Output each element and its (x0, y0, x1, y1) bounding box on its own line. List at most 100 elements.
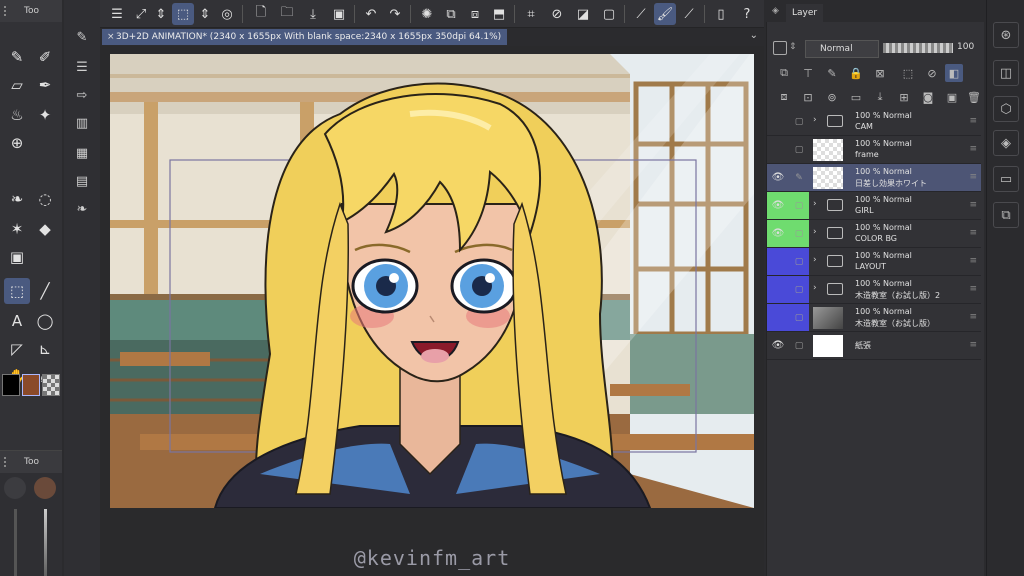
new-file-button[interactable]: 🗋 (250, 3, 272, 25)
lock-icon[interactable]: 🔒 (847, 64, 865, 82)
layer-menu-icon[interactable]: ≡ (969, 228, 977, 238)
lock-toggle-icon[interactable]: ▢ (789, 108, 809, 135)
close-icon[interactable]: × (107, 29, 115, 45)
new-folder-icon[interactable]: ▭ (847, 88, 865, 106)
open-file-button[interactable]: 🗀 (276, 3, 298, 25)
brush-color-preview[interactable] (34, 477, 56, 499)
layer-row[interactable]: 👁 ✎ 100 % Normal 日差し効果ホワイト ≡ (767, 164, 981, 192)
reference-icon[interactable]: ⊤ (799, 64, 817, 82)
layer-row[interactable]: ▢ 100 % Normal frame ≡ (767, 136, 981, 164)
lock-toggle-icon[interactable]: ▢ (789, 248, 809, 275)
fit-stepper[interactable]: ⇕ (150, 3, 172, 25)
main-color-swatch[interactable] (2, 374, 20, 396)
eye-icon[interactable]: 👁 (767, 164, 789, 191)
chevron-right-icon[interactable]: › (813, 255, 817, 265)
layer-menu-icon[interactable]: ≡ (969, 200, 977, 210)
marker-tool[interactable]: ✒ (32, 72, 58, 98)
lock-toggle-icon[interactable]: ▢ (789, 220, 809, 247)
mask-icon[interactable]: ⬚ (899, 64, 917, 82)
gradient-tool[interactable]: ▣ (4, 244, 30, 270)
copy-button[interactable]: ⧉ (440, 3, 462, 25)
new-vector-icon[interactable]: ⊡ (799, 88, 817, 106)
pen-icon[interactable]: ✎ (789, 164, 809, 191)
dock-property-button[interactable]: ◫ (993, 60, 1019, 86)
layer-menu-icon[interactable]: ≡ (969, 172, 977, 182)
line-tool[interactable]: ╱ (32, 278, 58, 304)
tool-property-tab[interactable]: Too (0, 451, 62, 473)
balloon-tool[interactable]: ◯ (32, 308, 58, 334)
eye-hidden-icon[interactable] (767, 304, 789, 331)
redo-button[interactable]: ↷ (384, 3, 406, 25)
sub-tool-layer[interactable]: ▥ (70, 112, 94, 134)
text-tool[interactable]: A (4, 308, 30, 334)
sub-tool-pen[interactable]: ✎ (70, 26, 94, 48)
eye-hidden-icon[interactable] (767, 108, 789, 135)
pen-tool[interactable]: ✎ (4, 44, 30, 70)
lock-toggle-icon[interactable]: ▢ (789, 136, 809, 163)
layer-menu-icon[interactable]: ≡ (969, 256, 977, 266)
deselect-button[interactable]: ⊘ (546, 3, 568, 25)
document-tab[interactable]: × 3D+2D ANIMATION* (2340 x 1655px With b… (102, 29, 508, 45)
export-button[interactable]: ▣ (328, 3, 350, 25)
new-correction-icon[interactable]: ⊚ (823, 88, 841, 106)
select-mode-stepper[interactable]: ⇕ (194, 3, 216, 25)
eye-hidden-icon[interactable] (767, 136, 789, 163)
fit-button[interactable]: ⤢ (130, 3, 152, 25)
transfer-icon[interactable]: ⊞ (895, 88, 913, 106)
clear-selection-button[interactable]: ▢ (598, 3, 620, 25)
eye-hidden-icon[interactable] (767, 248, 789, 275)
canvas[interactable] (110, 54, 754, 508)
device-button[interactable]: ▯ (710, 3, 732, 25)
stroke-button[interactable]: ⟋ (630, 3, 652, 25)
layer-row[interactable]: 👁 ▢ › 100 % Normal COLOR BG ≡ (767, 220, 981, 248)
paste-button[interactable]: ⧈ (464, 3, 486, 25)
dock-material-button[interactable]: ⬡ (993, 96, 1019, 122)
spinner-button[interactable]: ✺ (416, 3, 438, 25)
color-layer-icon[interactable]: ◧ (945, 64, 963, 82)
ruler-tool[interactable]: ⊾ (32, 336, 58, 362)
lock-toggle-icon[interactable]: ▢ (789, 192, 809, 219)
eye-icon[interactable]: 👁 (767, 220, 789, 247)
invert-selection-button[interactable]: ◪ (572, 3, 594, 25)
layer-row[interactable]: 👁 ▢ › 100 % Normal GIRL ≡ (767, 192, 981, 220)
layer-row[interactable]: ▢ 100 % Normal 木造教室（お試し版） ≡ (767, 304, 981, 332)
brush-opacity-slider[interactable] (44, 509, 47, 576)
pen-pressure-button[interactable]: ⟋ (678, 3, 700, 25)
new-raster-icon[interactable]: ⧈ (775, 88, 793, 106)
transparent-swatch[interactable] (42, 374, 60, 396)
layer-menu-icon[interactable]: ≡ (969, 340, 977, 350)
layer-tab[interactable]: Layer (786, 4, 824, 22)
select-mode-button[interactable]: ⬚ (172, 3, 194, 25)
chevron-right-icon[interactable]: › (813, 283, 817, 293)
fill-tool[interactable]: ❧ (4, 186, 30, 212)
lock-toggle-icon[interactable]: ▢ (789, 332, 809, 359)
eye-icon[interactable]: 👁 (767, 192, 789, 219)
select-all-button[interactable]: ⌗ (520, 3, 542, 25)
sub-tool-fill[interactable]: ❧ (70, 198, 94, 220)
layer-color-toggle[interactable] (773, 41, 787, 55)
eye-hidden-icon[interactable] (767, 276, 789, 303)
undo-button[interactable]: ↶ (360, 3, 382, 25)
ruler-toggle-icon[interactable]: ⊘ (923, 64, 941, 82)
transform-button[interactable]: ⬒ (488, 3, 510, 25)
magic-wand-tool[interactable]: ✶ (4, 216, 30, 242)
layer-menu-icon[interactable]: ≡ (969, 312, 977, 322)
layer-menu-icon[interactable]: ≡ (969, 284, 977, 294)
add-mask-icon[interactable]: ◙ (919, 88, 937, 106)
canvas-area[interactable]: @kevinfm_art (100, 46, 764, 576)
mesh-tool[interactable]: ⊕ (4, 130, 30, 156)
brush-active-button[interactable]: 🖌 (654, 3, 676, 25)
sub-tool-settings[interactable]: ☰ (70, 56, 94, 78)
operation-tool[interactable]: ⬚ (4, 278, 30, 304)
blend-mode-select[interactable]: Normal (805, 40, 879, 58)
layer-row[interactable]: 👁 ▢ 紙張 ≡ (767, 332, 981, 360)
help-button[interactable]: ? (736, 3, 758, 25)
updown-icon[interactable]: ⇕ (789, 42, 797, 52)
clip-icon[interactable]: ⧉ (775, 64, 793, 82)
menu-button[interactable]: ☰ (106, 3, 128, 25)
layer-row[interactable]: ▢ › 100 % Normal LAYOUT ≡ (767, 248, 981, 276)
dock-navigator-button[interactable]: ⊛ (993, 22, 1019, 48)
tool-panel-tab[interactable]: Too (0, 0, 62, 22)
opacity-slider[interactable] (883, 43, 953, 53)
chevron-right-icon[interactable]: › (813, 227, 817, 237)
